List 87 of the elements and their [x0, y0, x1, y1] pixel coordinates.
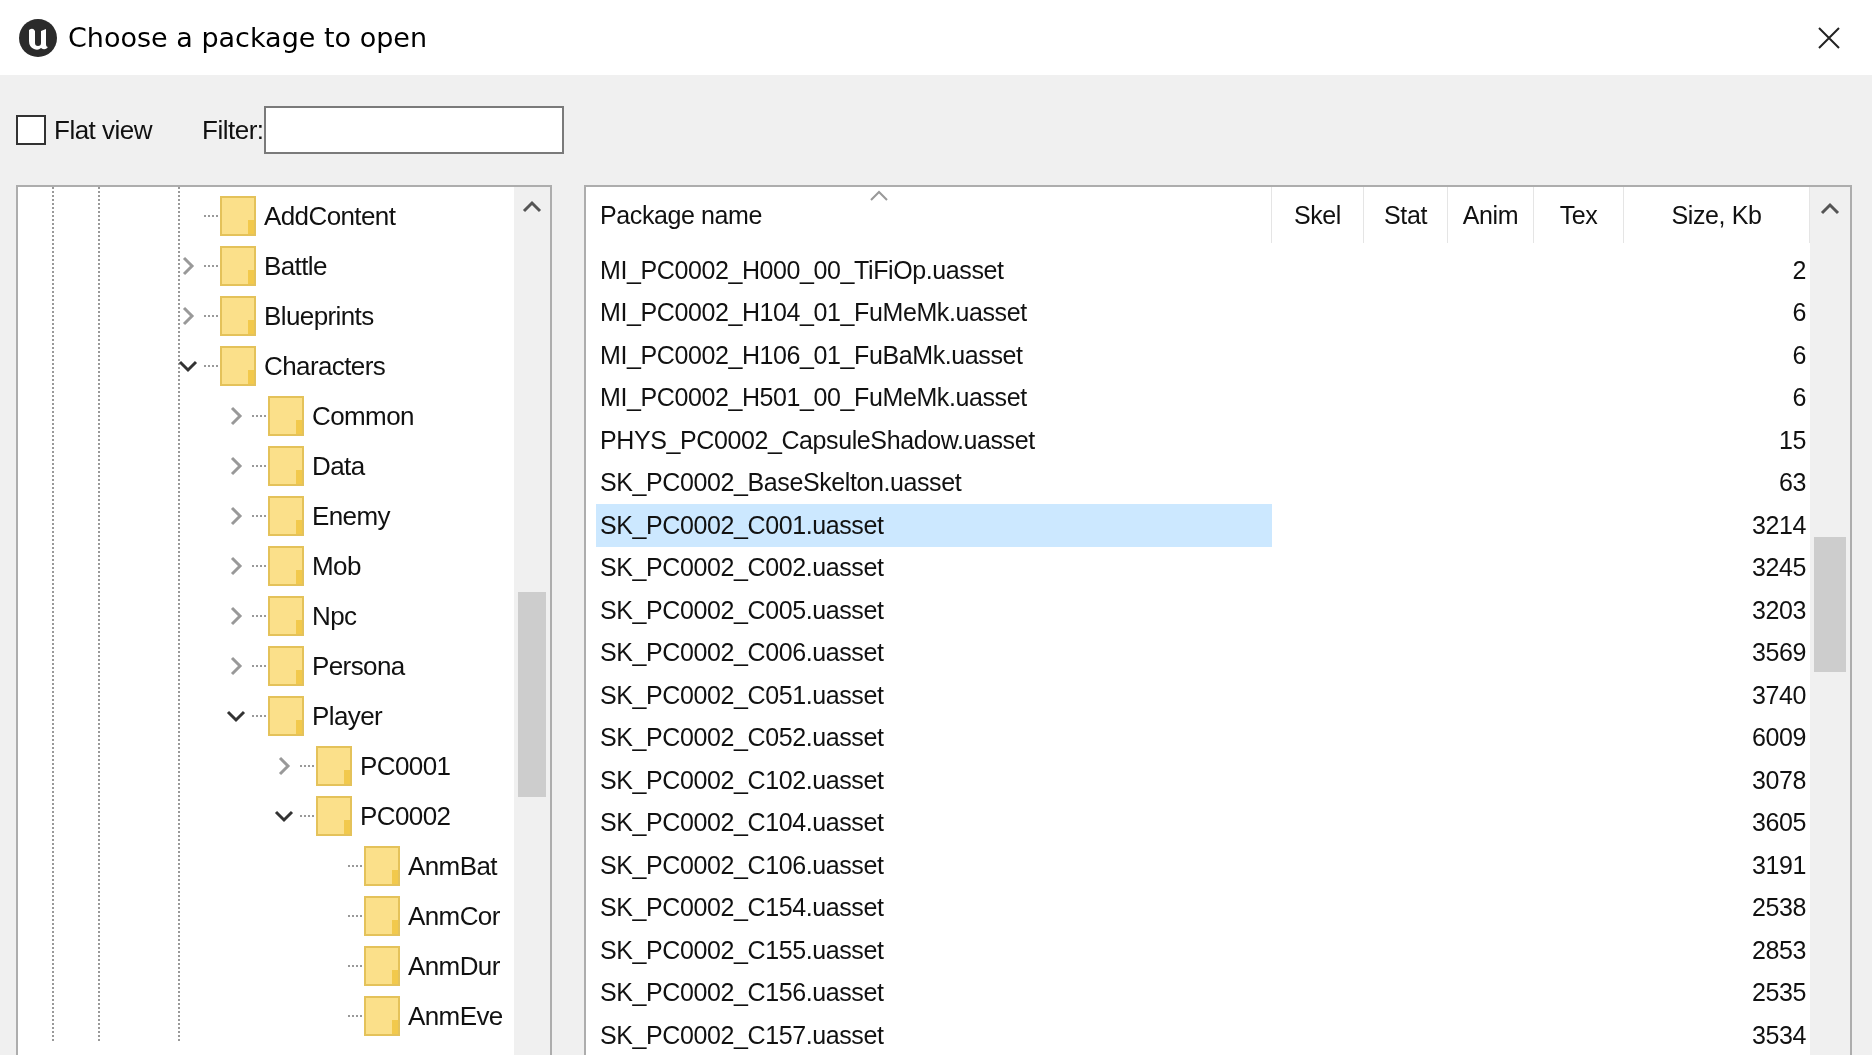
size-cell-text: 2535: [1751, 977, 1807, 1009]
size-cell-text: 3078: [1751, 764, 1807, 796]
column-header[interactable]: Anim: [1448, 187, 1534, 243]
package-name-cell[interactable]: MI_PC0002_H501_00_FuMeMk.uasset: [596, 376, 1272, 419]
filter-field[interactable]: [263, 106, 564, 154]
scrollbar-thumb[interactable]: [518, 592, 546, 797]
filter-label: Filter:: [202, 114, 264, 146]
folder-icon: [268, 396, 304, 436]
folder-icon: [364, 896, 400, 936]
folder-icon: [364, 996, 400, 1036]
package-name-cell[interactable]: SK_PC0002_C156.uasset: [596, 971, 1272, 1014]
tree-item[interactable]: Battle: [264, 250, 327, 282]
window-title: Choose a package to open: [68, 22, 429, 53]
size-cell-text: 15: [1778, 424, 1807, 456]
package-name-cell[interactable]: PHYS_PC0002_CapsuleShadow.uasset: [596, 419, 1272, 462]
package-name-cell[interactable]: MI_PC0002_H106_01_FuBaMk.uasset: [596, 334, 1272, 377]
size-cell-text: 6009: [1751, 722, 1807, 754]
tree-item[interactable]: AnmBat: [408, 850, 497, 882]
logo-icon: [18, 17, 58, 58]
package-name-cell[interactable]: SK_PC0002_C157.uasset: [596, 1014, 1272, 1055]
package-name-cell[interactable]: SK_PC0002_C052.uasset: [596, 716, 1272, 759]
folder-icon: [268, 496, 304, 536]
package-name-cell[interactable]: MI_PC0002_H104_01_FuMeMk.uasset: [596, 291, 1272, 334]
scrollbar-thumb[interactable]: [1814, 537, 1846, 672]
size-cell-text: 2538: [1751, 892, 1807, 924]
package-name-cell[interactable]: SK_PC0002_C102.uasset: [596, 759, 1272, 802]
folder-icon: [220, 346, 256, 386]
tree-item[interactable]: Persona: [312, 650, 405, 682]
package-name-cell[interactable]: SK_PC0002_C051.uasset: [596, 674, 1272, 717]
folder-icon: [268, 446, 304, 486]
folder-icon: [220, 296, 256, 336]
tree-item[interactable]: Npc: [312, 600, 357, 632]
package-name-cell[interactable]: SK_PC0002_C154.uasset: [596, 886, 1272, 929]
size-cell-text: 2: [1791, 254, 1807, 286]
tree-item[interactable]: AnmCor: [408, 900, 500, 932]
tree-item[interactable]: Common: [312, 400, 414, 432]
size-cell-text: 3245: [1751, 552, 1807, 584]
package-name-cell[interactable]: SK_PC0002_C104.uasset: [596, 801, 1272, 844]
tree-item[interactable]: Characters: [264, 350, 386, 382]
package-name-cell[interactable]: SK_PC0002_C006.uasset: [596, 631, 1272, 674]
folder-icon: [364, 946, 400, 986]
folder-icon: [268, 696, 304, 736]
flat-view-checkbox[interactable]: [16, 115, 46, 145]
column-header[interactable]: Package name: [596, 187, 1272, 243]
tree-item[interactable]: Mob: [312, 550, 361, 582]
folder-icon: [268, 596, 304, 636]
package-name-cell[interactable]: SK_PC0002_C002.uasset: [596, 546, 1272, 589]
folder-icon: [220, 246, 256, 286]
tree-item[interactable]: PC0002: [360, 800, 451, 832]
tree-item[interactable]: PC0001: [360, 750, 451, 782]
size-cell-text: 3534: [1751, 1019, 1807, 1051]
folder-icon: [364, 846, 400, 886]
tree-item[interactable]: AnmEve: [408, 1000, 503, 1032]
package-name-cell[interactable]: MI_PC0002_H000_00_TiFiOp.uasset: [596, 249, 1272, 292]
column-header[interactable]: Tex: [1534, 187, 1624, 243]
package-name-cell[interactable]: SK_PC0002_C155.uasset: [596, 929, 1272, 972]
flat-view-label: Flat view: [54, 114, 153, 146]
folder-icon: [220, 196, 256, 236]
size-cell-text: 3569: [1751, 637, 1807, 669]
tree-item[interactable]: Data: [312, 450, 365, 482]
size-cell-text: 63: [1778, 467, 1807, 499]
size-cell-text: 3203: [1751, 594, 1807, 626]
column-header[interactable]: Stat: [1364, 187, 1448, 243]
package-name-cell[interactable]: SK_PC0002_C106.uasset: [596, 844, 1272, 887]
size-cell-text: 6: [1791, 382, 1807, 414]
column-header[interactable]: Skel: [1272, 187, 1364, 243]
folder-icon: [316, 746, 352, 786]
tree-item[interactable]: Player: [312, 700, 383, 732]
package-name-cell[interactable]: SK_PC0002_C005.uasset: [596, 589, 1272, 632]
package-name-cell[interactable]: SK_PC0002_BaseSkelton.uasset: [596, 461, 1272, 504]
tree-item[interactable]: AnmDur: [408, 950, 500, 982]
sort-caret-icon: [868, 189, 890, 203]
folder-icon: [268, 646, 304, 686]
size-cell-text: 2853: [1751, 934, 1807, 966]
size-cell-text: 3605: [1751, 807, 1807, 839]
close-icon[interactable]: [1816, 24, 1842, 51]
size-cell-text: 6: [1791, 297, 1807, 329]
size-cell-text: 3214: [1751, 509, 1807, 541]
tree-item[interactable]: AddContent: [264, 200, 396, 232]
folder-icon: [316, 796, 352, 836]
size-cell-text: 3191: [1751, 849, 1807, 881]
folder-icon: [268, 546, 304, 586]
size-cell-text: 6: [1791, 339, 1807, 371]
tree-item[interactable]: Blueprints: [264, 300, 374, 332]
tree-item[interactable]: Enemy: [312, 500, 390, 532]
size-cell-text: 3740: [1751, 679, 1807, 711]
package-name-cell[interactable]: SK_PC0002_C001.uasset: [596, 504, 1272, 547]
